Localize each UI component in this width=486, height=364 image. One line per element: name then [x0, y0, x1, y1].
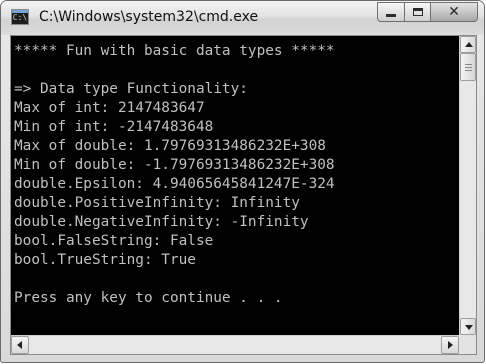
- console-line: double.PositiveInfinity: Infinity: [14, 195, 300, 211]
- minimize-icon: [386, 13, 396, 17]
- maximize-icon: [412, 8, 423, 16]
- console-line: Min of double: -1.79769313486232E+308: [14, 157, 335, 173]
- window-title: C:\Windows\system32\cmd.exe: [39, 9, 259, 25]
- console-line: Press any key to continue . . .: [14, 290, 283, 306]
- vertical-scrollbar[interactable]: [459, 36, 476, 335]
- maximize-button[interactable]: [404, 2, 431, 22]
- vertical-scroll-thumb[interactable]: [460, 53, 476, 81]
- cmd-app-icon[interactable]: C:\: [11, 9, 29, 25]
- scrollbar-corner: [459, 335, 476, 354]
- console-output[interactable]: ***** Fun with basic data types ***** => …: [11, 36, 459, 335]
- console-line: double.NegativeInfinity: -Infinity: [14, 214, 309, 230]
- console-line: => Data type Functionality:: [14, 81, 248, 97]
- console-line: double.Epsilon: 4.94065645841247E-324: [14, 176, 335, 192]
- console-client-area: ***** Fun with basic data types ***** => …: [10, 35, 477, 355]
- grip-line: [465, 67, 472, 68]
- scroll-left-button[interactable]: [11, 336, 29, 354]
- console-line: Max of double: 1.79769313486232E+308: [14, 138, 326, 154]
- horizontal-scrollbar[interactable]: [11, 335, 459, 354]
- grip-line: [465, 70, 472, 71]
- arrow-left-icon: [17, 341, 22, 349]
- scroll-down-button[interactable]: [460, 318, 476, 335]
- arrow-down-icon: [465, 325, 473, 330]
- grip-line: [465, 64, 472, 65]
- console-window: C:\ C:\Windows\system32\cmd.exe ✕ ***** …: [0, 0, 485, 363]
- console-line: Max of int: 2147483647: [14, 100, 205, 116]
- arrow-right-icon: [448, 341, 453, 349]
- scroll-up-button[interactable]: [460, 36, 476, 53]
- close-button[interactable]: ✕: [430, 2, 478, 22]
- close-icon: ✕: [448, 4, 460, 20]
- console-line: Min of int: -2147483648: [14, 119, 214, 135]
- minimize-button[interactable]: [377, 2, 405, 22]
- console-line: ***** Fun with basic data types *****: [14, 43, 335, 59]
- title-bar[interactable]: C:\ C:\Windows\system32\cmd.exe ✕: [1, 1, 484, 35]
- console-line: bool.TrueString: True: [14, 252, 196, 268]
- arrow-up-icon: [465, 42, 473, 47]
- console-line: bool.FalseString: False: [14, 233, 214, 249]
- scroll-right-button[interactable]: [441, 336, 459, 354]
- console-text: ***** Fun with basic data types ***** => …: [14, 42, 335, 308]
